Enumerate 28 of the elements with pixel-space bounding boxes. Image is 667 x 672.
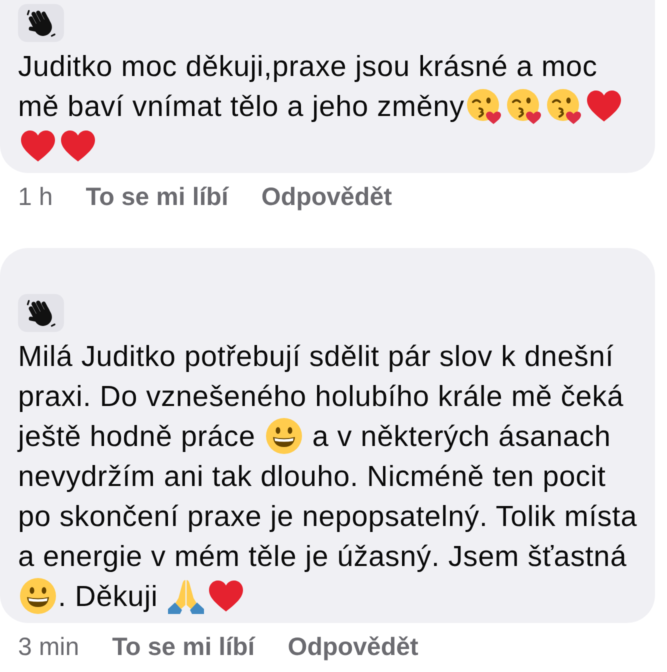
comment-text: ještě hodně práce	[18, 421, 256, 453]
grinning-face-icon	[20, 578, 56, 614]
grinning-face-icon	[266, 418, 302, 454]
like-button[interactable]: To se mi líbí	[112, 629, 255, 667]
folded-hands-icon	[168, 578, 204, 614]
heart-icon	[586, 88, 622, 124]
comment-text: a v některých ásanach	[311, 421, 611, 453]
heart-icon	[20, 128, 56, 164]
comment-text: praxi. Do vznešeného holubího krále mě čeká	[18, 381, 624, 413]
like-button[interactable]: To se mi líbí	[86, 179, 228, 217]
comment-text: a energie v mém těle je úžasný. Jsem šťastná	[18, 541, 627, 573]
kissing-face-icon	[466, 88, 502, 124]
waving-hand-icon	[18, 4, 64, 42]
comment-text: nevydržím ani tak dlouho. Nicméně ten pocit	[18, 461, 606, 493]
heart-icon	[208, 578, 244, 614]
comment-text: mě baví vnímat tělo a jeho změny	[18, 91, 464, 123]
reply-button[interactable]: Odpovědět	[288, 629, 418, 667]
comment-text: po skončení praxe je nepopsatelný. Tolik místa	[18, 501, 638, 533]
reply-button[interactable]: Odpovědět	[261, 179, 392, 217]
waving-hand-icon	[18, 294, 64, 332]
timestamp: 1 h	[18, 182, 53, 214]
comment-text: Juditko moc děkuji,praxe jsou krásné a moc	[18, 51, 598, 83]
kissing-face-icon	[546, 88, 582, 124]
comment-text: . Děkuji	[58, 581, 159, 613]
timestamp: 3 min	[18, 632, 80, 664]
kissing-face-icon	[506, 88, 542, 124]
comment-text: Milá Juditko potřebují sdělit pár slov k dnešní	[18, 341, 614, 373]
heart-icon	[60, 128, 96, 164]
